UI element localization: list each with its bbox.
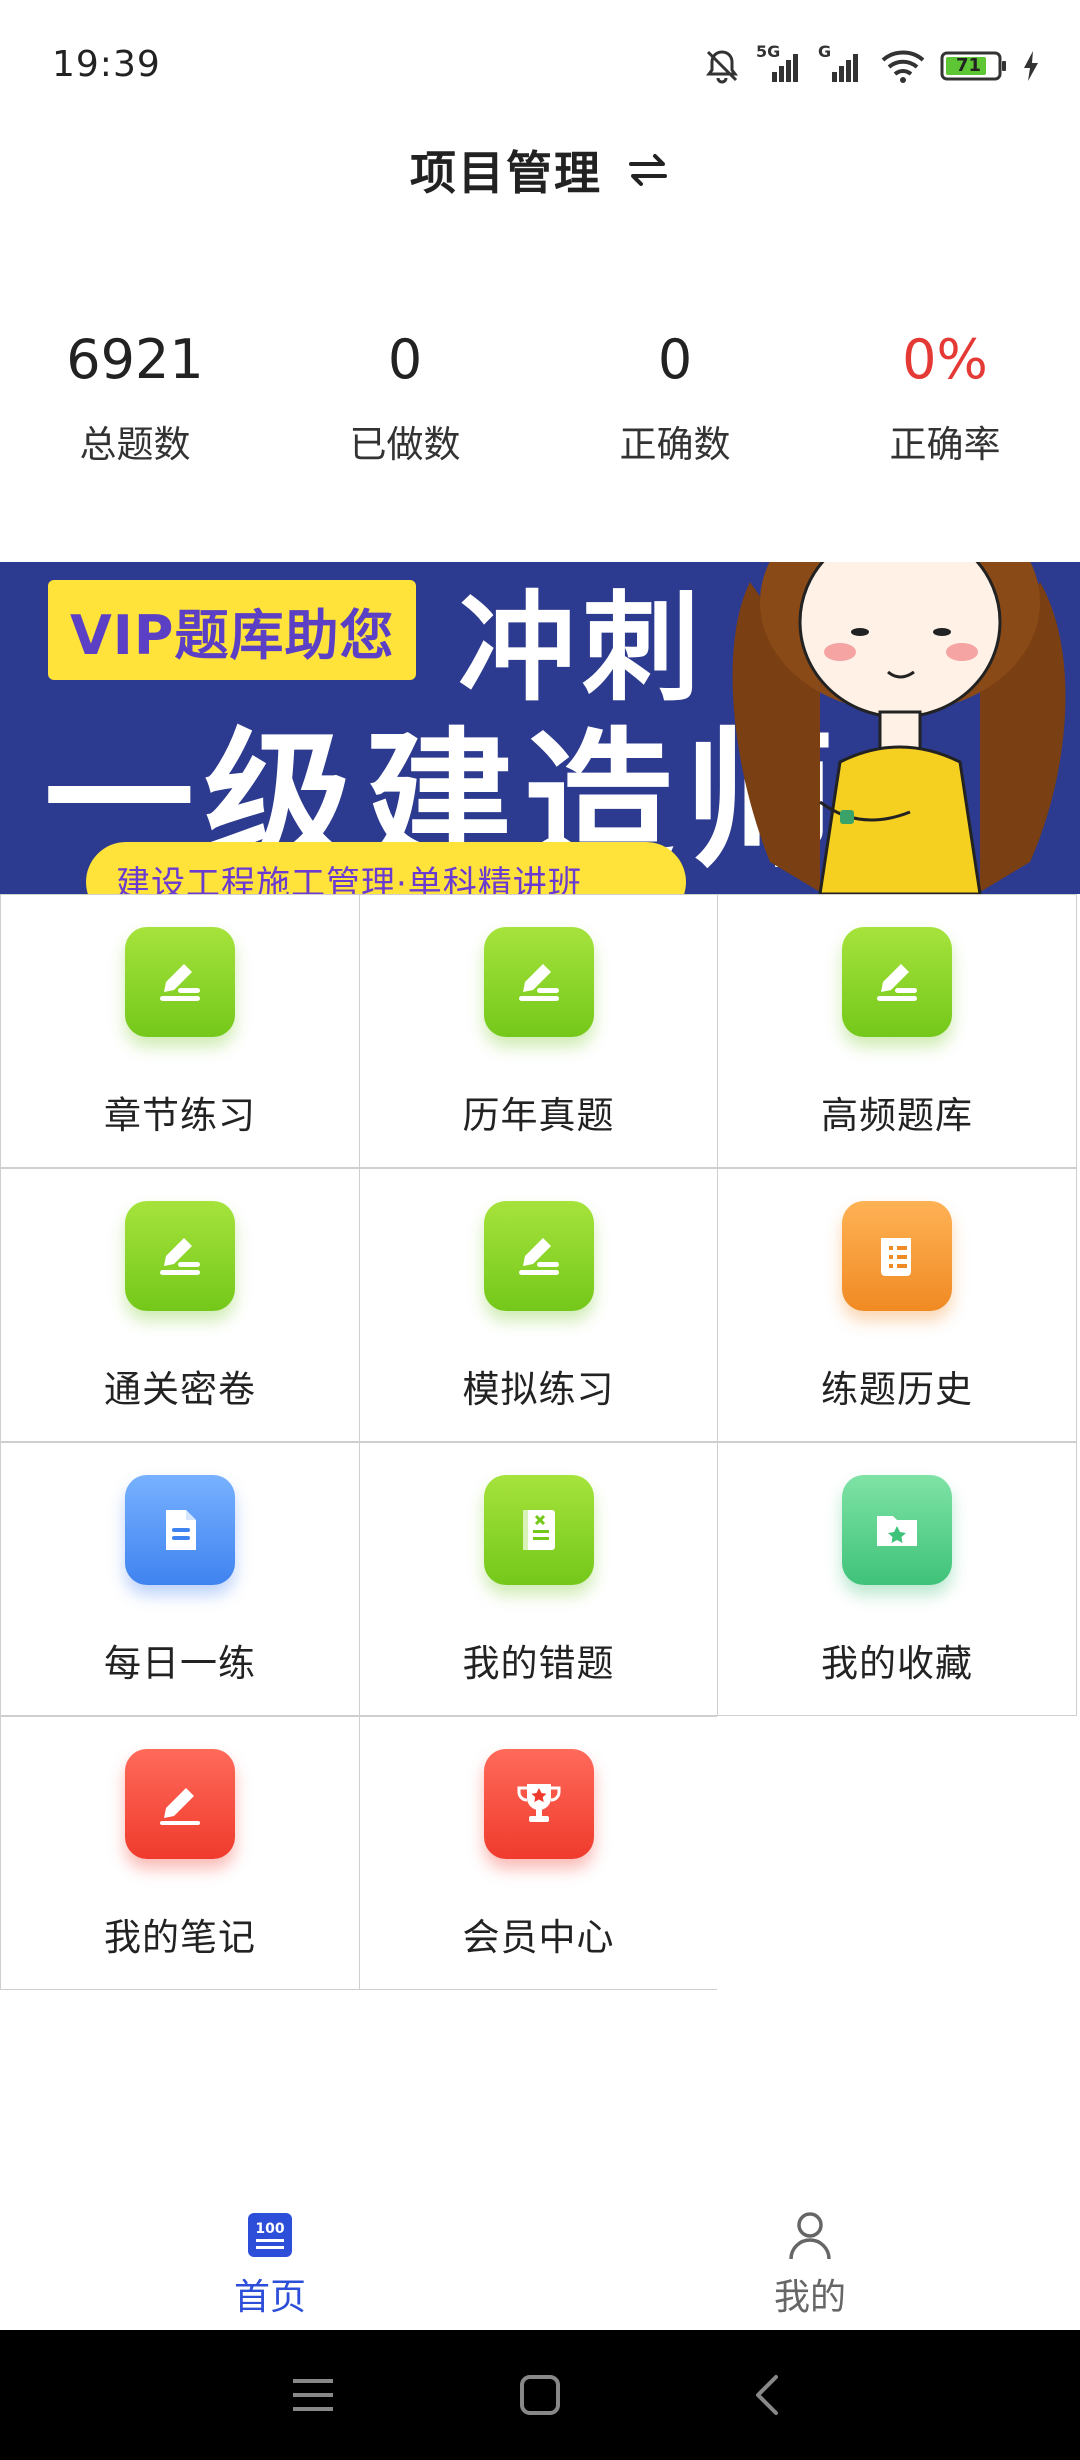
banner-illustration bbox=[710, 562, 1080, 894]
promo-banner[interactable]: VIP题库助您 冲刺 一级建造师 建设工程施工管理·单科精讲班 bbox=[0, 562, 1080, 894]
tab-mine[interactable]: 我的 bbox=[540, 2190, 1080, 2330]
edit-pen-icon bbox=[483, 927, 594, 1037]
app-screen: 19:39 5G G 71 项目管理 6921 总题数 0 已做数 0 正确数 … bbox=[0, 0, 1080, 2460]
grid-row: 我的笔记 会员中心 bbox=[0, 1716, 1080, 1990]
signal-5g-icon: 5G bbox=[756, 42, 804, 84]
tile-chapter-practice[interactable]: 章节练习 bbox=[0, 894, 360, 1168]
scroll-list-icon bbox=[842, 1201, 952, 1311]
network-g-label: G bbox=[818, 42, 832, 61]
status-icons: 5G G 71 bbox=[702, 42, 1040, 88]
signal-g-icon: G bbox=[818, 42, 866, 84]
tile-practice-history[interactable]: 练题历史 bbox=[717, 1168, 1077, 1442]
status-time: 19:39 bbox=[52, 44, 161, 85]
feature-grid: 章节练习 历年真题 高频题库 通关密卷 模拟练习 练题历史 每日一练 我的错题 … bbox=[0, 894, 1080, 1990]
tile-empty bbox=[717, 1716, 1077, 1990]
tile-my-notes[interactable]: 我的笔记 bbox=[0, 1716, 360, 1990]
document-icon bbox=[125, 1475, 235, 1585]
stat-value: 6921 bbox=[66, 328, 204, 391]
network-5g-label: 5G bbox=[756, 42, 781, 61]
swap-arrows-icon[interactable] bbox=[626, 148, 670, 192]
stat-label: 已做数 bbox=[349, 423, 461, 466]
tile-label: 模拟练习 bbox=[462, 1368, 615, 1411]
tile-label: 通关密卷 bbox=[104, 1368, 256, 1411]
charging-icon bbox=[1022, 50, 1040, 82]
banner-pill-text: VIP题库助您 bbox=[70, 603, 395, 667]
tile-label: 历年真题 bbox=[462, 1094, 615, 1137]
wifi-icon bbox=[880, 48, 926, 84]
stat-label: 正确数 bbox=[619, 423, 731, 466]
tab-label: 我的 bbox=[773, 2277, 846, 2318]
header: 项目管理 bbox=[0, 120, 1080, 220]
stat-label: 正确率 bbox=[889, 423, 1001, 466]
battery-icon: 71 bbox=[940, 50, 1008, 82]
tile-wrong-answers[interactable]: 我的错题 bbox=[358, 1442, 719, 1716]
home-100-icon: 100 bbox=[245, 2210, 295, 2260]
bell-muted-icon bbox=[702, 46, 742, 86]
tile-label: 章节练习 bbox=[104, 1094, 256, 1137]
grid-row: 通关密卷 模拟练习 练题历史 bbox=[0, 1168, 1080, 1442]
back-icon[interactable] bbox=[737, 2365, 797, 2425]
stat-correct: 0 正确数 bbox=[540, 320, 810, 480]
note-pen-icon bbox=[125, 1749, 235, 1859]
battery-level: 71 bbox=[956, 55, 982, 76]
tile-secret-papers[interactable]: 通关密卷 bbox=[0, 1168, 360, 1442]
tile-label: 我的收藏 bbox=[821, 1642, 973, 1685]
tab-label: 首页 bbox=[233, 2277, 306, 2318]
stat-done: 0 已做数 bbox=[270, 320, 540, 480]
status-bar: 19:39 5G G 71 bbox=[0, 0, 1080, 130]
edit-pen-icon bbox=[483, 1201, 594, 1311]
stat-total: 6921 总题数 bbox=[0, 320, 270, 480]
tile-mock-practice[interactable]: 模拟练习 bbox=[358, 1168, 719, 1442]
edit-pen-icon bbox=[125, 927, 235, 1037]
stat-label: 总题数 bbox=[79, 423, 191, 466]
banner-sub-text: 建设工程施工管理·单科精讲班 bbox=[116, 864, 583, 894]
tile-label: 练题历史 bbox=[821, 1368, 973, 1411]
home-square-icon[interactable] bbox=[510, 2365, 570, 2425]
bottom-tab-bar: 100 首页 我的 bbox=[0, 2190, 1080, 2330]
menu-icon[interactable] bbox=[283, 2365, 343, 2425]
grid-row: 每日一练 我的错题 我的收藏 bbox=[0, 1442, 1080, 1716]
stat-value: 0 bbox=[657, 328, 693, 391]
tile-label: 高频题库 bbox=[821, 1094, 973, 1137]
tile-past-exams[interactable]: 历年真题 bbox=[358, 894, 719, 1168]
tile-favorites[interactable]: 我的收藏 bbox=[717, 1442, 1077, 1716]
tile-label: 我的错题 bbox=[462, 1642, 615, 1685]
stat-value: 0% bbox=[902, 328, 988, 391]
tile-label: 每日一练 bbox=[104, 1642, 256, 1685]
tab-home[interactable]: 100 首页 bbox=[0, 2190, 540, 2330]
person-icon bbox=[785, 2210, 835, 2260]
system-nav-bar bbox=[0, 2330, 1080, 2460]
project-title[interactable]: 项目管理 bbox=[410, 137, 602, 203]
tile-daily-practice[interactable]: 每日一练 bbox=[0, 1442, 360, 1716]
error-book-icon bbox=[483, 1475, 594, 1585]
stat-value: 0 bbox=[387, 328, 423, 391]
trophy-icon bbox=[483, 1749, 594, 1859]
banner-vip-pill: VIP题库助您 bbox=[48, 580, 417, 680]
banner-sub-pill: 建设工程施工管理·单科精讲班 bbox=[86, 842, 686, 894]
grid-row: 章节练习 历年真题 高频题库 bbox=[0, 894, 1080, 1168]
edit-pen-icon bbox=[125, 1201, 235, 1311]
tile-label: 会员中心 bbox=[462, 1916, 615, 1959]
stat-accuracy: 0% 正确率 bbox=[810, 320, 1080, 480]
tile-label: 我的笔记 bbox=[104, 1916, 256, 1959]
stats-row: 6921 总题数 0 已做数 0 正确数 0% 正确率 bbox=[0, 320, 1080, 480]
tile-high-frequency[interactable]: 高频题库 bbox=[717, 894, 1077, 1168]
tile-member-center[interactable]: 会员中心 bbox=[358, 1716, 719, 1990]
svg-text:100: 100 bbox=[255, 2221, 284, 2237]
edit-pen-icon bbox=[842, 927, 952, 1037]
star-folder-icon bbox=[842, 1475, 952, 1585]
